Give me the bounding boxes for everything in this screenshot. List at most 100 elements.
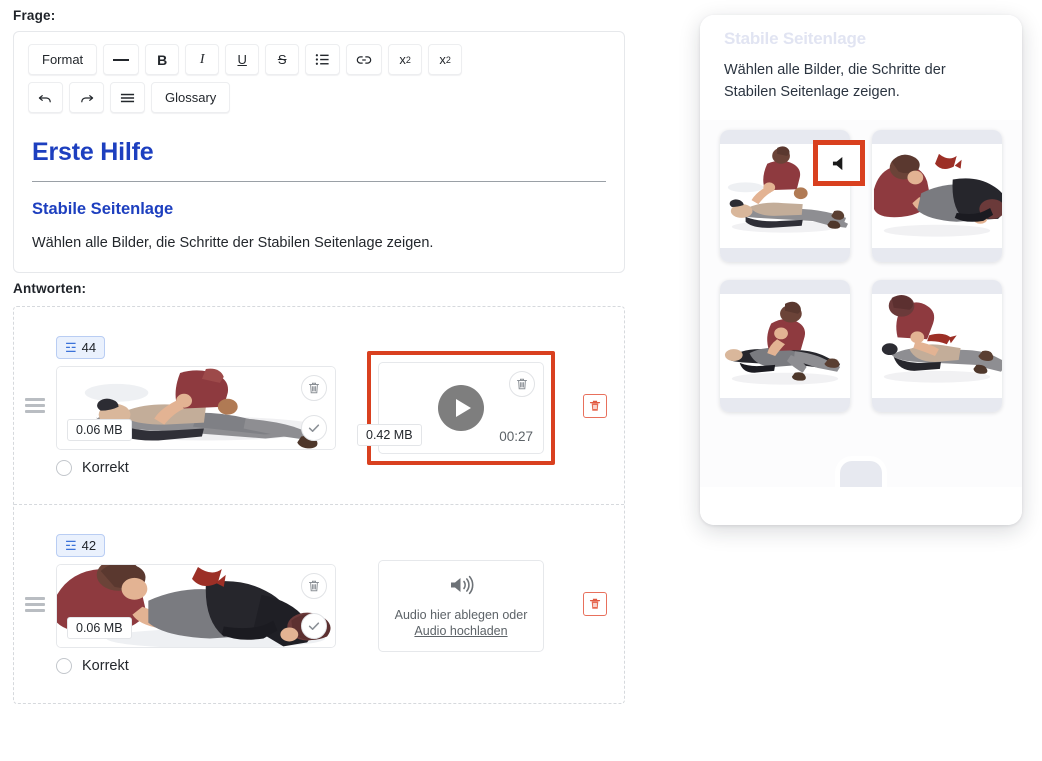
glossary-label: Glossary [165, 90, 217, 105]
check-icon [308, 423, 320, 432]
audio-upload-link[interactable]: Audio hochladen [414, 624, 507, 638]
confirm-image-button[interactable] [301, 414, 327, 441]
format-button[interactable]: Format [28, 44, 98, 75]
drag-handle[interactable] [14, 596, 56, 612]
audio-dropzone[interactable]: Audio hier ablegen oder Audio hochladen [378, 560, 544, 653]
link-button[interactable] [346, 44, 383, 75]
document-divider [32, 181, 606, 182]
redo-button[interactable] [69, 82, 104, 113]
image-size-chip: 0.06 MB [67, 418, 132, 441]
correct-label: Korrekt [82, 658, 129, 675]
confirm-image-button[interactable] [301, 613, 327, 640]
trash-icon [309, 382, 319, 393]
answer-image-card[interactable]: 0.06 MB [56, 365, 336, 450]
first-aid-illustration-4 [872, 293, 1002, 397]
speaker-icon [832, 156, 842, 170]
answers-label: Antworten: [13, 281, 87, 297]
question-editor-content[interactable]: Erste Hilfe Stabile Seitenlage Wählen al… [14, 124, 624, 254]
bold-button[interactable]: B [145, 44, 180, 75]
answer-actions-column [566, 592, 624, 617]
undo-icon [38, 94, 51, 102]
format-label: Format [42, 52, 84, 67]
play-icon [455, 398, 471, 417]
trash-icon [589, 598, 601, 609]
delete-image-button[interactable] [301, 573, 327, 600]
answer-media-column: 0.42 MB 00:27 [356, 347, 566, 465]
delete-answer-button[interactable] [583, 592, 607, 617]
answer-image-card[interactable]: 0.06 MB [56, 564, 336, 649]
horizontal-rule-icon [113, 58, 130, 61]
drag-handle[interactable] [14, 398, 56, 414]
delete-answer-button[interactable] [583, 393, 607, 418]
fingerprint-icon: ☲ [65, 339, 77, 355]
answer-actions-column [566, 393, 624, 418]
bullet-list-button[interactable] [305, 44, 341, 75]
video-size-chip: 0.42 MB [357, 423, 422, 446]
align-icon [120, 93, 135, 102]
app-root: Frage: Format B I U S x 2 x 2 Glossary E… [0, 0, 1042, 761]
preview-card-3[interactable] [720, 279, 850, 412]
video-duration: 00:27 [499, 428, 533, 444]
document-subheading: Stabile Seitenlage [32, 200, 174, 218]
check-icon [308, 622, 320, 630]
underline-label: U [237, 52, 247, 67]
preview-header: Stabile Seitenlage Wählen alle Bilder, d… [700, 15, 1022, 120]
answer-image-column: ☲ 44 0.06 MB Korrekt [56, 335, 356, 476]
redo-icon [81, 94, 94, 102]
question-card: Format B I U S x 2 x 2 Glossary Erste Hi… [13, 31, 625, 274]
video-slot-highlight: 0.42 MB 00:27 [357, 350, 555, 465]
table-row: ☲ 42 0.06 MB Korrekt Audio hier ablegen … [14, 505, 624, 703]
superscript-exponent: 2 [405, 54, 411, 65]
mobile-preview-panel: Stabile Seitenlage Wählen alle Bilder, d… [700, 15, 1022, 525]
speaker-icon [448, 575, 474, 600]
correct-answer-toggle-row: Korrekt [56, 459, 356, 476]
underline-button[interactable]: U [225, 44, 260, 75]
trash-icon [589, 400, 601, 411]
first-aid-illustration-2 [872, 143, 1002, 247]
table-row: ☲ 44 0.06 MB Korrekt 0.42 MB 00:27 [14, 307, 624, 506]
italic-button[interactable]: I [185, 44, 220, 75]
correct-radio[interactable] [56, 658, 72, 675]
video-player[interactable]: 0.42 MB 00:27 [357, 361, 544, 454]
correct-answer-toggle-row: Korrekt [56, 658, 356, 675]
first-aid-illustration-3 [720, 293, 850, 397]
strikethrough-label: S [277, 52, 287, 67]
document-paragraph: Wählen alle Bilder, die Schritte der Sta… [32, 235, 434, 251]
preview-card-2[interactable] [872, 129, 1002, 262]
delete-video-button[interactable] [509, 370, 535, 397]
subscript-button[interactable]: x2 [428, 44, 463, 75]
answers-list: ☲ 44 0.06 MB Korrekt 0.42 MB 00:27 ☲ 42 … [13, 306, 625, 705]
status-badge: ☲ 44 [56, 335, 106, 359]
strikethrough-button[interactable]: S [265, 44, 300, 75]
horizontal-rule-button[interactable] [103, 44, 140, 75]
toolbar-row-1: Format B I U S x 2 x 2 [28, 44, 610, 75]
audio-drop-text: Audio hier ablegen oder [394, 607, 528, 622]
question-label: Frage: [13, 8, 56, 23]
undo-button[interactable] [28, 82, 63, 113]
superscript-button[interactable]: x2 [388, 44, 423, 75]
align-button[interactable] [110, 82, 145, 113]
delete-image-button[interactable] [301, 374, 327, 401]
rich-text-toolbar: Format B I U S x 2 x 2 Glossary [14, 32, 624, 124]
glossary-button[interactable]: Glossary [151, 82, 231, 113]
subscript-index: 2 [445, 54, 451, 65]
toolbar-row-2: Glossary [28, 82, 610, 113]
link-icon [356, 55, 372, 64]
status-badge: ☲ 42 [56, 534, 106, 558]
correct-radio[interactable] [56, 459, 72, 476]
fingerprint-icon: ☲ [65, 538, 77, 554]
trash-icon [309, 580, 319, 592]
document-heading: Erste Hilfe [32, 138, 154, 166]
answer-image-column: ☲ 42 0.06 MB Korrekt [56, 534, 356, 675]
bold-label: B [157, 51, 168, 68]
preview-speaker-button[interactable] [813, 140, 865, 186]
play-button[interactable] [438, 384, 484, 431]
image-size-chip: 0.06 MB [67, 617, 132, 640]
preview-card-4[interactable] [872, 279, 1002, 412]
preview-title: Stabile Seitenlage [724, 29, 866, 48]
answer-id: 42 [81, 538, 97, 554]
italic-label: I [199, 51, 205, 67]
preview-subtitle: Wählen alle Bilder, die Schritte der Sta… [724, 62, 946, 101]
answer-id: 44 [81, 339, 97, 355]
answer-media-column: Audio hier ablegen oder Audio hochladen [356, 556, 566, 653]
